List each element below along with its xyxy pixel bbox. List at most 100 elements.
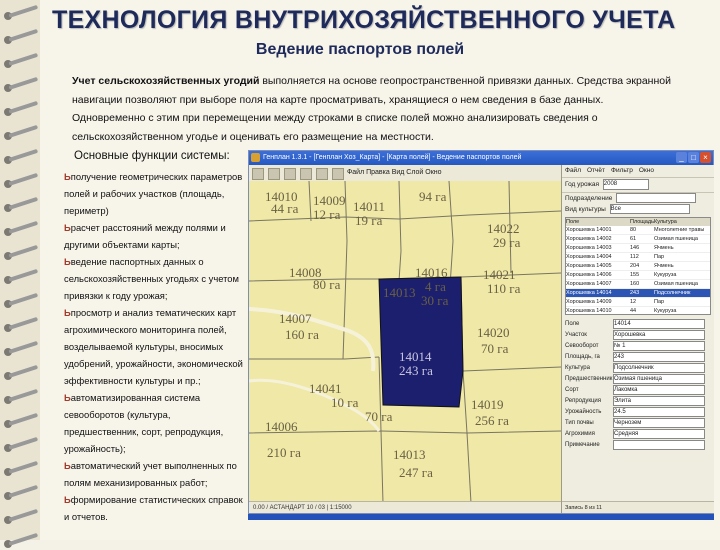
year-select[interactable]: 2008 (602, 178, 649, 190)
fields-grid[interactable]: Поле ПлощадьКультура Хорошевка 14001 80 Мно… (565, 217, 711, 315)
field-area: 247 га (399, 465, 433, 480)
table-cell: Хорошевка 14014 (566, 290, 612, 296)
table-row[interactable]: Хорошевка 14010 44 Кукуруза (566, 307, 710, 314)
form-field[interactable] (613, 440, 705, 450)
table-cell: Хорошевка 14005 (566, 263, 612, 269)
selected-field-area: 243 га (399, 363, 433, 378)
form-field[interactable]: Средняя (613, 429, 705, 439)
table-cell: Кукуруза (654, 308, 677, 314)
form-row: Репродукция Элита (565, 396, 711, 407)
table-cell: Хорошевка 14010 (566, 308, 612, 314)
table-cell: Хорошевка 14002 (566, 236, 612, 242)
table-row[interactable]: Хорошевка 14003 146 Ячмень (566, 244, 710, 253)
select-icon[interactable] (332, 168, 344, 180)
spiral-ring (4, 124, 39, 142)
bullet-icon: Ь (64, 222, 71, 233)
form-field[interactable]: Чернозем (613, 418, 705, 428)
zoom-out-icon[interactable] (300, 168, 312, 180)
table-row[interactable]: Хорошевка 14004 112 Пар (566, 253, 710, 262)
form-row: Участок Хорошевка (565, 330, 711, 341)
spiral-ring (4, 196, 39, 214)
table-row[interactable]: Хорошевка 14006 155 Кукуруза (566, 271, 710, 280)
field-area: 10 га (331, 395, 359, 410)
form-row: Сорт Лакомка (565, 385, 711, 396)
pan-icon[interactable] (316, 168, 328, 180)
table-cell: Хорошевка 14006 (566, 272, 612, 278)
function-text: формирование статистических справок и от… (64, 494, 243, 522)
form-field[interactable]: Лакомка (613, 385, 705, 395)
form-field[interactable]: 24.5 (613, 407, 705, 417)
table-row[interactable]: Хорошевка 14009 12 Пар (566, 298, 710, 307)
table-cell: Пар (654, 254, 665, 260)
open-icon[interactable] (252, 168, 264, 180)
form-field[interactable]: 243 (613, 352, 705, 362)
zoom-in-icon[interactable] (284, 168, 296, 180)
wire-loop (8, 172, 39, 186)
panel-toolbar: Год урожая 2008 (562, 178, 714, 193)
wire-loop (8, 244, 39, 258)
form-field[interactable]: Озимая пшеница (613, 374, 705, 384)
field-area: 44 га (271, 201, 299, 216)
wire-loop (8, 292, 39, 306)
table-row[interactable]: Хорошевка 14007 160 Озимая пшеница (566, 280, 710, 289)
panel-status-bar: Запись 8 из 11 (562, 501, 714, 513)
bullet-icon: Ь (64, 256, 71, 267)
wire-loop (8, 100, 39, 114)
form-field[interactable]: № 1 (613, 341, 705, 351)
wire-loop (8, 316, 39, 330)
table-cell: Хорошевка 14003 (566, 245, 612, 251)
form-label: Площадь, га (565, 354, 600, 360)
grid-header: Поле ПлощадьКультура (566, 218, 710, 226)
functions-list: Ьполучение геометрических параметров пол… (64, 168, 246, 525)
passport-panel: Файл Отчёт Фильтр Окно Год урожая 2008 Подр… (561, 165, 714, 513)
table-row[interactable]: Хорошевка 14002 61 Озимая пшеница (566, 235, 710, 244)
crop-filter-select[interactable]: Все (609, 204, 690, 215)
close-icon[interactable]: × (700, 152, 711, 163)
wire-loop (8, 28, 39, 42)
form-row: Площадь, га 243 (565, 352, 711, 363)
function-item: Ьрасчет расстояний между полями и другим… (64, 219, 246, 253)
form-label: Поле (565, 321, 580, 327)
function-item: Ьавтоматизированная система севооборотов… (64, 389, 246, 457)
form-field[interactable]: Хорошевка (613, 330, 705, 340)
map-menu-text: Файл Правка Вид Слой Окно (346, 169, 442, 176)
table-cell: Ячмень (654, 263, 674, 269)
form-row: Примечание (565, 440, 711, 451)
form-row: Культура Подсолнечник (565, 363, 711, 374)
field-area: 70 га (481, 341, 509, 356)
window-titlebar[interactable]: Генплан 1.3.1 - [Генплан Хоз_Карта] - [К… (249, 151, 713, 165)
field-map[interactable]: 14010 44 га 14009 12 га 14011 19 га 94 г… (249, 181, 561, 503)
bullet-icon: Ь (64, 171, 71, 182)
menu-item[interactable]: Фильтр (611, 167, 633, 174)
form-label: Сорт (565, 387, 579, 393)
menu-item[interactable]: Отчёт (587, 167, 605, 174)
bullet-icon: Ь (64, 494, 71, 505)
filter-row: Подразделение (562, 193, 714, 204)
spiral-ring (4, 436, 39, 454)
form-field[interactable]: 14014 (613, 319, 705, 329)
form-field[interactable]: Подсолнечник (613, 363, 705, 373)
spiral-ring (4, 460, 39, 478)
spiral-ring (4, 220, 39, 238)
table-row[interactable]: Хорошевка 14014 243 Подсолнечник (566, 289, 710, 298)
field-map-svg[interactable]: 14010 44 га 14009 12 га 14011 19 га 94 г… (249, 181, 561, 503)
table-row[interactable]: Хорошевка 14005 204 Ячмень (566, 262, 710, 271)
form-row: Предшественник Озимая пшеница (565, 374, 711, 385)
field-id: 14011 (353, 199, 385, 214)
grid-header-cell[interactable]: Площадь (630, 218, 654, 226)
menu-item[interactable]: Окно (639, 167, 654, 174)
subdivision-select[interactable] (616, 193, 697, 204)
table-cell: Озимая пшеница (654, 281, 698, 287)
spiral-ring (4, 316, 39, 334)
table-cell: Кукуруза (654, 272, 677, 278)
maximize-icon[interactable]: □ (688, 152, 699, 163)
menu-item[interactable]: Файл (565, 167, 581, 174)
save-icon[interactable] (268, 168, 280, 180)
wire-loop (8, 76, 39, 90)
form-field[interactable]: Элита (613, 396, 705, 406)
grid-header-cell[interactable]: Культура (654, 218, 708, 226)
table-row[interactable]: Хорошевка 14001 80 Многолетние травы (566, 226, 710, 235)
minimize-icon[interactable]: _ (676, 152, 687, 163)
grid-header-cell[interactable]: Поле (566, 218, 630, 226)
function-item: Ьведение паспортных данных о сельскохозя… (64, 253, 246, 304)
